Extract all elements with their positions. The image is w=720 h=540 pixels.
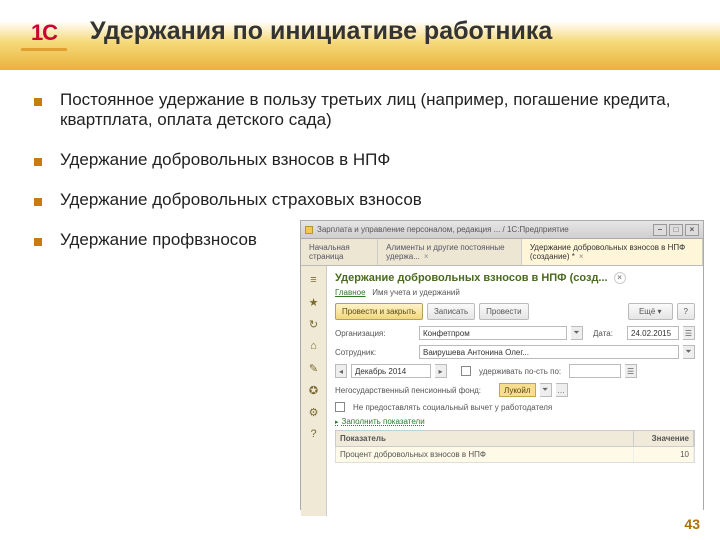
favorites-icon[interactable]: ★ <box>306 294 322 310</box>
cell-indicator: Процент добровольных взносов в НПФ <box>336 447 634 462</box>
close-icon[interactable]: × <box>579 252 584 261</box>
breadcrumb-main[interactable]: Главное <box>335 288 366 297</box>
cell-value: 10 <box>634 447 694 462</box>
mode-label: удерживать по-сть по: <box>479 367 561 376</box>
fill-indicators-link[interactable]: Заполнить показатели <box>335 417 695 426</box>
period-next-icon[interactable]: ▸ <box>435 364 447 378</box>
period-input[interactable]: Декабрь 2014 <box>351 364 431 378</box>
date-label: Дата: <box>593 329 623 338</box>
employee-label: Сотрудник: <box>335 348 415 357</box>
breadcrumb-sub: Имя учета и удержаний <box>372 288 460 297</box>
date-input[interactable]: 24.02.2015 <box>627 326 679 340</box>
npf-select[interactable]: Лукойл <box>499 383 536 397</box>
npf-open-icon[interactable]: … <box>556 383 568 397</box>
edit-icon[interactable]: ✎ <box>306 360 322 376</box>
tab-bar: Начальная страница Алименты и другие пос… <box>301 239 703 266</box>
page-number: 43 <box>684 516 700 532</box>
bullet-item: Удержание добровольных взносов в НПФ <box>34 150 690 170</box>
period-prev-icon[interactable]: ◂ <box>335 364 347 378</box>
npf-picker-icon[interactable]: ⏷ <box>540 383 552 397</box>
app-sidebar: ≡ ★ ↻ ⌂ ✎ ✪ ⚙ ? <box>301 266 327 516</box>
app-window-title: Зарплата и управление персоналом, редакц… <box>317 225 651 234</box>
npf-label: Негосударственный пенсионный фонд: <box>335 386 495 395</box>
employee-picker-icon[interactable]: ⏷ <box>683 345 695 359</box>
mode-date-picker-icon[interactable]: ☰ <box>625 364 637 378</box>
form-area: Удержание добровольных взносов в НПФ (со… <box>327 266 703 516</box>
post-button[interactable]: Провести <box>479 303 528 320</box>
tab-aliments[interactable]: Алименты и другие постоянные удержа...× <box>378 239 522 265</box>
tab-home[interactable]: Начальная страница <box>301 239 378 265</box>
maximize-button[interactable]: □ <box>669 224 683 236</box>
help-button[interactable]: ? <box>677 303 695 320</box>
mode-date-input[interactable] <box>569 364 621 378</box>
logo-1c: 1C <box>14 6 74 66</box>
menu-icon[interactable]: ≡ <box>306 272 322 288</box>
no-deduction-checkbox[interactable] <box>335 402 345 412</box>
employee-input[interactable]: Ваирушева Антонина Олег... <box>419 345 679 359</box>
history-icon[interactable]: ↻ <box>306 316 322 332</box>
more-button[interactable]: Ещё ▾ <box>628 303 673 320</box>
save-button[interactable]: Записать <box>427 303 475 320</box>
indicators-table-header: Показатель Значение <box>335 430 695 447</box>
mode-checkbox[interactable] <box>461 366 471 376</box>
form-help-icon[interactable]: × <box>614 272 626 284</box>
star2-icon[interactable]: ✪ <box>306 382 322 398</box>
settings-icon[interactable]: ⚙ <box>306 404 322 420</box>
bullet-item: Удержание добровольных страховых взносов <box>34 190 690 210</box>
breadcrumb: Главное Имя учета и удержаний <box>335 288 695 297</box>
app-icon <box>305 226 313 234</box>
home-icon[interactable]: ⌂ <box>306 338 322 354</box>
org-input[interactable]: Конфетпром <box>419 326 567 340</box>
col-value: Значение <box>634 431 694 446</box>
minimize-button[interactable]: – <box>653 224 667 236</box>
col-indicator: Показатель <box>336 431 634 446</box>
close-button[interactable]: × <box>685 224 699 236</box>
bullet-icon <box>34 158 42 166</box>
org-label: Организация: <box>335 329 415 338</box>
app-titlebar: Зарплата и управление персоналом, редакц… <box>301 221 703 239</box>
bullet-icon <box>34 238 42 246</box>
org-picker-icon[interactable]: ⏷ <box>571 326 583 340</box>
date-picker-icon[interactable]: ☰ <box>683 326 695 340</box>
post-and-close-button[interactable]: Провести и закрыть <box>335 303 423 320</box>
slide-title: Удержания по инициативе работника <box>90 18 552 46</box>
close-icon[interactable]: × <box>424 252 429 261</box>
slide-header: 1C Удержания по инициативе работника <box>0 0 720 70</box>
app-window: Зарплата и управление персоналом, редакц… <box>300 220 704 510</box>
help-icon[interactable]: ? <box>306 426 322 442</box>
no-deduction-label: Не предоставлять социальный вычет у рабо… <box>353 403 552 412</box>
bullet-icon <box>34 198 42 206</box>
form-title: Удержание добровольных взносов в НПФ (со… <box>335 272 608 284</box>
bullet-item: Постоянное удержание в пользу третьих ли… <box>34 90 690 130</box>
bullet-icon <box>34 98 42 106</box>
table-row[interactable]: Процент добровольных взносов в НПФ 10 <box>335 447 695 463</box>
tab-npf-deduction[interactable]: Удержание добровольных взносов в НПФ (со… <box>522 239 703 265</box>
